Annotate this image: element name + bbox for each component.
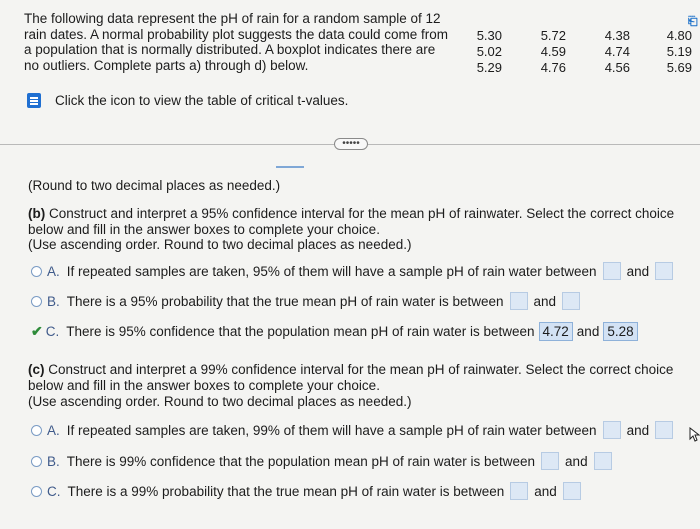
data-cell: 4.74 xyxy=(604,44,630,59)
t-table-link[interactable]: Click the icon to view the table of crit… xyxy=(27,93,348,108)
answer-box-high[interactable] xyxy=(562,292,581,310)
answer-box-high[interactable] xyxy=(593,452,612,470)
data-cell: 4.59 xyxy=(540,44,566,59)
choice-text: There is 95% confidence that the populat… xyxy=(66,324,535,339)
choice-text: There is a 99% probability that the true… xyxy=(67,483,505,499)
part-c-prompt: (c) Construct and interpret a 99% confid… xyxy=(28,362,693,393)
expand-more-button[interactable]: ••••• xyxy=(334,138,368,150)
data-cell: 5.69 xyxy=(666,60,692,75)
selected-check-icon[interactable]: ✔ xyxy=(31,323,43,340)
part-b-prompt: (b) Construct and interpret a 95% confid… xyxy=(28,206,693,237)
answer-box-low[interactable] xyxy=(602,421,621,439)
data-column-2: 5.72 4.59 4.76 xyxy=(534,28,566,76)
answer-box-high[interactable] xyxy=(655,421,674,439)
data-cell: 4.56 xyxy=(604,60,630,75)
answer-box-high[interactable] xyxy=(655,262,674,280)
part-b-prompt-text: Construct and interpret a 95% confidence… xyxy=(28,206,675,237)
copy-data-icon[interactable]: ⎗ xyxy=(688,15,700,27)
and-label: and xyxy=(565,453,588,469)
answer-box-low[interactable] xyxy=(510,482,529,500)
data-cell: 4.80 xyxy=(666,28,692,43)
choice-text: If repeated samples are taken, 95% of th… xyxy=(66,263,597,279)
part-b-choice-c[interactable]: ✔ C. There is 95% confidence that the po… xyxy=(31,322,642,341)
data-cell: 5.19 xyxy=(666,44,692,59)
mouse-pointer-icon xyxy=(689,427,700,442)
part-c-choice-a[interactable]: A. If repeated samples are taken, 99% of… xyxy=(31,421,679,439)
data-column-3: 4.38 4.74 4.56 xyxy=(598,28,630,76)
part-a-note: (Round to two decimal places as needed.) xyxy=(28,178,281,193)
choice-letter: A. xyxy=(47,422,60,438)
scroll-marker xyxy=(276,166,304,168)
data-cell: 5.30 xyxy=(476,28,502,43)
part-b-label: (b) xyxy=(28,206,46,221)
and-label: and xyxy=(576,324,600,339)
radio-button[interactable] xyxy=(31,265,42,277)
problem-statement: The following data represent the pH of r… xyxy=(24,11,448,73)
answer-box-low[interactable] xyxy=(541,452,560,470)
radio-button[interactable] xyxy=(31,295,42,307)
choice-letter: A. xyxy=(47,263,60,279)
and-label: and xyxy=(626,263,650,279)
part-c-choice-b[interactable]: B. There is 99% confidence that the popu… xyxy=(31,452,618,470)
choice-letter: B. xyxy=(47,453,60,469)
data-cell: 4.76 xyxy=(540,60,566,75)
answer-box-low[interactable] xyxy=(602,262,621,280)
part-b-choice-b[interactable]: B. There is a 95% probability that the t… xyxy=(31,292,586,310)
choice-letter: C. xyxy=(45,324,60,339)
and-label: and xyxy=(533,293,557,309)
part-c-choice-c[interactable]: C. There is a 99% probability that the t… xyxy=(31,482,587,500)
choice-text: There is 99% confidence that the populat… xyxy=(66,453,536,469)
data-cell: 5.02 xyxy=(476,44,502,59)
data-cell: 5.72 xyxy=(540,28,566,43)
part-c-label: (c) xyxy=(28,362,45,377)
answer-box-low[interactable] xyxy=(509,292,528,310)
part-b-instruction: (Use ascending order. Round to two decim… xyxy=(28,237,412,252)
choice-letter: C. xyxy=(47,483,61,499)
choice-text: If repeated samples are taken, 99% of th… xyxy=(66,422,597,438)
radio-button[interactable] xyxy=(31,485,42,497)
radio-button[interactable] xyxy=(31,455,42,467)
answer-box-high[interactable]: 5.28 xyxy=(603,322,638,341)
part-c-prompt-text: Construct and interpret a 99% confidence… xyxy=(28,362,674,393)
t-table-link-text[interactable]: Click the icon to view the table of crit… xyxy=(55,93,348,108)
part-b-choice-a[interactable]: A. If repeated samples are taken, 95% of… xyxy=(31,262,679,280)
choice-text: There is a 95% probability that the true… xyxy=(66,293,504,309)
table-icon[interactable] xyxy=(27,93,41,108)
part-c-instruction: (Use ascending order. Round to two decim… xyxy=(28,394,412,409)
data-column-1: 5.30 5.02 5.29 xyxy=(470,28,502,76)
and-label: and xyxy=(626,422,650,438)
data-cell: 4.38 xyxy=(604,28,630,43)
radio-button[interactable] xyxy=(31,424,42,436)
answer-box-low[interactable]: 4.72 xyxy=(538,322,573,341)
data-column-4: 4.80 5.19 5.69 xyxy=(660,28,692,76)
data-cell: 5.29 xyxy=(476,60,502,75)
choice-letter: B. xyxy=(47,293,60,309)
and-label: and xyxy=(534,483,557,499)
answer-box-high[interactable] xyxy=(562,482,581,500)
